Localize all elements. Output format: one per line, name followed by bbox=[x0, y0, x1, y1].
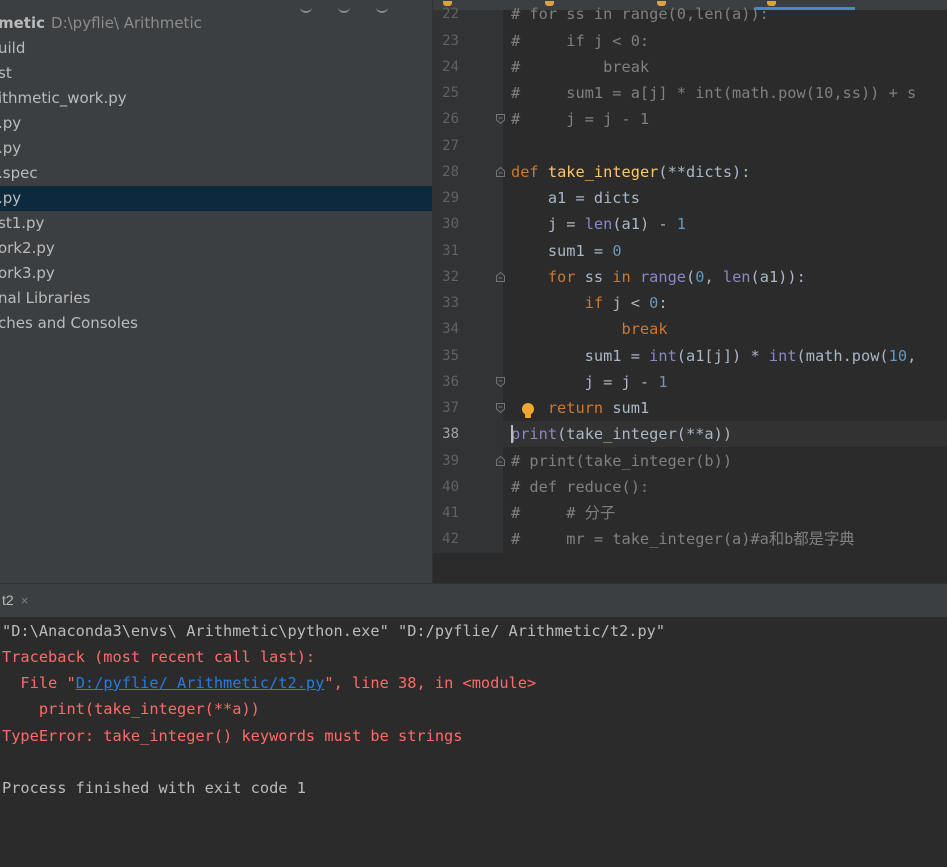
line-number: 37 bbox=[442, 400, 459, 416]
line-number: 23 bbox=[442, 33, 459, 49]
console-traceback-header: Traceback (most recent call last): bbox=[2, 648, 316, 666]
line-number: 41 bbox=[442, 505, 459, 521]
code-line-35[interactable]: sum1 = int(a1[j]) * int(math.pow(10, bbox=[511, 343, 917, 369]
tree-item-t2-spec[interactable]: .spec bbox=[0, 161, 432, 186]
run-tab-t2[interactable]: t2 × bbox=[0, 584, 28, 617]
code-line-23[interactable]: # if j < 0: bbox=[511, 28, 649, 54]
line-number: 36 bbox=[442, 374, 459, 390]
console-error: TypeError: take_integer() keywords must … bbox=[2, 727, 463, 745]
code-line-30[interactable]: j = len(a1) - 1 bbox=[511, 211, 686, 237]
tree-item-label: ithmetic_work.py bbox=[0, 89, 127, 107]
code-line-36[interactable]: j = j - 1 bbox=[511, 369, 668, 395]
line-number: 39 bbox=[442, 453, 459, 469]
tree-item-label: ork3.py bbox=[0, 264, 55, 282]
run-console[interactable]: "D:\Anaconda3\envs\ Arithmetic\python.ex… bbox=[0, 617, 947, 867]
code-line-38[interactable]: print(take_integer(**a)) bbox=[511, 421, 732, 447]
tree-item-work2[interactable]: ork2.py bbox=[0, 236, 432, 261]
code-line-26[interactable]: # j = j - 1 bbox=[511, 106, 649, 132]
editor-tab-active[interactable] bbox=[755, 0, 855, 10]
line-number-current: 38 bbox=[442, 426, 459, 442]
line-number: 27 bbox=[442, 138, 459, 154]
tree-item-build[interactable]: uild bbox=[0, 36, 432, 61]
line-number: 35 bbox=[442, 348, 459, 364]
tree-item-label: .py bbox=[0, 114, 22, 132]
run-tab-bar: t2 × bbox=[0, 584, 947, 617]
tree-item-label: st bbox=[0, 64, 12, 82]
console-exit: Process finished with exit code 1 bbox=[2, 779, 306, 797]
code-line-34[interactable]: break bbox=[511, 316, 668, 342]
tree-item-label: .py bbox=[0, 139, 22, 157]
code-line-33[interactable]: if j < 0: bbox=[511, 290, 668, 316]
code-line-37[interactable]: return sum1 bbox=[511, 395, 649, 421]
line-number: 33 bbox=[442, 295, 459, 311]
project-panel: metic D:\pyflie\ Arithmetic uild st ithme… bbox=[0, 0, 432, 583]
code-line-40[interactable]: # def reduce(): bbox=[511, 474, 649, 500]
code-line-25[interactable]: # sum1 = a[j] * int(math.pow(10,ss)) + s bbox=[511, 80, 916, 106]
console-source-line: print(take_integer(**a)) bbox=[2, 700, 260, 718]
console-file-prefix: File " bbox=[2, 674, 76, 692]
code-line-24[interactable]: # break bbox=[511, 54, 649, 80]
line-number: 24 bbox=[442, 59, 459, 75]
fold-end-icon[interactable] bbox=[496, 403, 505, 413]
console-file-link[interactable]: D:/pyflie/ Arithmetic/t2.py bbox=[76, 674, 325, 692]
project-root-path: D:\pyflie\ Arithmetic bbox=[51, 14, 202, 32]
code-line-29[interactable]: a1 = dicts bbox=[511, 185, 640, 211]
console-file-line: File "D:/pyflie/ Arithmetic/t2.py", line… bbox=[2, 670, 536, 696]
fold-start-icon[interactable] bbox=[496, 272, 505, 282]
code-line-28[interactable]: def take_integer(**dicts): bbox=[511, 159, 750, 185]
tree-item-label: nal Libraries bbox=[0, 289, 91, 307]
line-number: 42 bbox=[442, 531, 459, 547]
text-caret bbox=[511, 425, 513, 443]
tree-item-label: st1.py bbox=[0, 214, 45, 232]
line-number: 22 bbox=[442, 6, 459, 22]
line-number: 31 bbox=[442, 243, 459, 259]
code-line-32[interactable]: for ss in range(0, len(a1)): bbox=[511, 264, 806, 290]
tree-item-work3[interactable]: ork3.py bbox=[0, 261, 432, 286]
tree-item-label: .spec bbox=[0, 164, 38, 182]
line-number: 26 bbox=[442, 111, 459, 127]
line-number: 29 bbox=[442, 190, 459, 206]
line-number: 34 bbox=[442, 321, 459, 337]
tree-item-t3-selected[interactable]: .py bbox=[0, 186, 432, 211]
editor-bottom-area bbox=[433, 553, 947, 583]
code-line-22[interactable]: # for ss in range(0,len(a)): bbox=[511, 1, 769, 27]
line-number: 32 bbox=[442, 269, 459, 285]
project-toolbar bbox=[300, 0, 414, 13]
code-line-39[interactable]: # print(take_integer(b)) bbox=[511, 448, 732, 474]
fold-start-icon[interactable] bbox=[496, 167, 505, 177]
line-number: 40 bbox=[442, 479, 459, 495]
close-icon[interactable]: × bbox=[21, 593, 29, 608]
tree-item-t1[interactable]: .py bbox=[0, 111, 432, 136]
tree-item-t2[interactable]: .py bbox=[0, 136, 432, 161]
tree-item-label: ork2.py bbox=[0, 239, 55, 257]
tree-item-label: ches and Consoles bbox=[0, 314, 138, 332]
tree-item-label: .py bbox=[0, 189, 22, 207]
tree-item-arithmetic-work[interactable]: ithmetic_work.py bbox=[0, 86, 432, 111]
tree-item-test1[interactable]: st1.py bbox=[0, 211, 432, 236]
fold-start-icon[interactable] bbox=[496, 456, 505, 466]
console-command: "D:\Anaconda3\envs\ Arithmetic\python.ex… bbox=[2, 622, 666, 640]
code-line-41[interactable]: # # 分子 bbox=[511, 500, 615, 526]
project-root[interactable]: metic D:\pyflie\ Arithmetic bbox=[0, 11, 432, 36]
tree-item-scratches[interactable]: ches and Consoles bbox=[0, 311, 432, 336]
tree-item-label: uild bbox=[0, 39, 26, 57]
code-editor[interactable]: 22 23 24 25 26 27 28 29 30 31 32 33 34 3… bbox=[433, 0, 947, 583]
code-line-31[interactable]: sum1 = 0 bbox=[511, 238, 622, 264]
line-number: 28 bbox=[442, 164, 459, 180]
code-line-42[interactable]: # mr = take_integer(a)#a和b都是字典 bbox=[511, 526, 855, 552]
line-number: 25 bbox=[442, 85, 459, 101]
fold-end-icon[interactable] bbox=[496, 114, 505, 124]
project-root-name: metic bbox=[0, 14, 46, 32]
line-number: 30 bbox=[442, 216, 459, 232]
console-file-suffix: ", line 38, in <module> bbox=[324, 674, 537, 692]
tree-item-dist[interactable]: st bbox=[0, 61, 432, 86]
fold-end-icon[interactable] bbox=[496, 377, 505, 387]
run-tab-label: t2 bbox=[2, 592, 14, 608]
tree-item-external-libraries[interactable]: nal Libraries bbox=[0, 286, 432, 311]
